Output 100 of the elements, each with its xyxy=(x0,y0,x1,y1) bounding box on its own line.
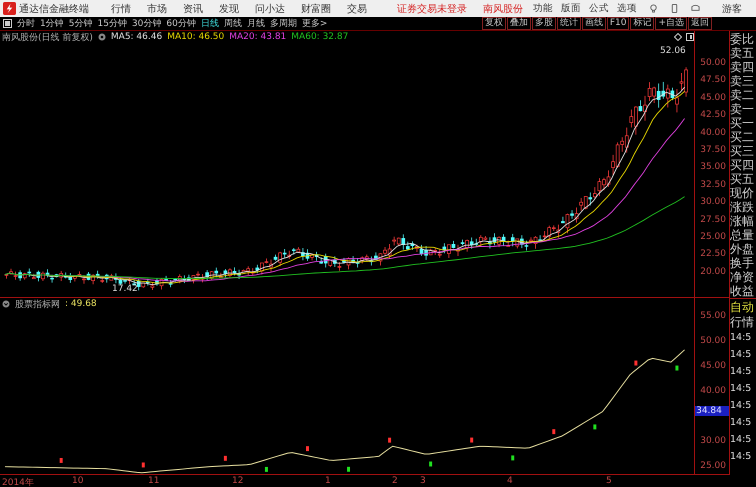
phone-icon[interactable] xyxy=(670,4,679,13)
date-tick: 3 xyxy=(420,476,426,486)
price-tick: 30.00 xyxy=(700,197,726,208)
user-label[interactable]: 游客 xyxy=(722,2,742,16)
toolbar-button[interactable]: 叠加 xyxy=(506,17,531,30)
trade-time: 14:5 xyxy=(730,331,752,345)
menu-item[interactable]: 交易 xyxy=(347,2,367,16)
quote-label: 买二 xyxy=(730,130,755,144)
toolbar-button[interactable]: F10 xyxy=(606,17,630,30)
chart-title: 南风股份(日线 前复权) xyxy=(2,32,93,44)
menu-item[interactable]: 资讯 xyxy=(183,2,203,16)
period-tab[interactable]: 1分钟 xyxy=(40,17,64,30)
trade-time: 14:5 xyxy=(730,416,752,430)
app-name: 通达信金融终端 xyxy=(19,2,89,16)
period-tab[interactable]: 60分钟 xyxy=(166,17,196,30)
menu-item[interactable]: 功能 xyxy=(533,2,553,15)
ma-legend: MA60: 32.87 xyxy=(291,32,348,42)
toolbar-button[interactable]: 画线 xyxy=(582,17,606,30)
period-tab[interactable]: 30分钟 xyxy=(132,17,162,30)
price-tick: 55.00 xyxy=(700,311,726,321)
window-icon[interactable] xyxy=(686,33,694,41)
indicator-value: : 49.68 xyxy=(65,299,97,309)
quote-label: 外盘 xyxy=(730,242,755,256)
menu-item[interactable]: 问小达 xyxy=(255,2,285,16)
period-tab[interactable]: 更多> xyxy=(302,17,328,30)
price-tick: 47.50 xyxy=(700,75,726,86)
price-tick: 45.00 xyxy=(700,361,726,371)
period-tab[interactable]: 月线 xyxy=(246,17,265,30)
price-tick: 20.00 xyxy=(700,266,726,277)
mode-label[interactable]: 自动 xyxy=(730,299,756,315)
quote-label: 涨幅 xyxy=(730,214,755,228)
quote-label: 买一 xyxy=(730,116,755,130)
trade-time: 14:5 xyxy=(730,399,752,413)
ma-legend: MA20: 43.81 xyxy=(229,32,286,42)
current-value-label: 34.84 xyxy=(695,406,729,416)
menu-item[interactable]: 公式 xyxy=(589,2,609,15)
date-tick: 10 xyxy=(72,476,84,486)
period-tab[interactable]: 分时 xyxy=(17,17,35,30)
menu-item[interactable]: 选项 xyxy=(617,2,637,15)
ma-legend: MA10: 46.50 xyxy=(167,32,224,42)
price-tick: 25.00 xyxy=(700,461,726,471)
logo-icon xyxy=(3,2,16,15)
settings-icon[interactable] xyxy=(2,300,10,308)
price-tick: 45.00 xyxy=(700,92,726,103)
message-icon[interactable] xyxy=(691,4,700,13)
price-tick: 50.00 xyxy=(700,336,726,346)
quote-label: 买四 xyxy=(730,158,755,172)
trade-time: 14:5 xyxy=(730,365,752,379)
quote-label: 现价 xyxy=(730,186,755,200)
diamond-icon[interactable] xyxy=(674,33,682,41)
menu-item[interactable]: 发现 xyxy=(219,2,239,16)
price-tick: 22.50 xyxy=(700,249,726,260)
date-tick: 5 xyxy=(606,476,612,486)
quote-label: 涨跌 xyxy=(730,200,755,214)
toolbar-button[interactable]: 标记 xyxy=(630,17,654,30)
low-price-label: 17.42 xyxy=(112,284,138,294)
quote-label: 委比 xyxy=(730,32,755,46)
quote-label: 买三 xyxy=(730,144,755,158)
period-tab[interactable]: 日线 xyxy=(200,17,219,30)
period-tab[interactable]: 15分钟 xyxy=(97,17,127,30)
toolbar-button[interactable]: 复权 xyxy=(482,17,506,30)
quote-label: 卖三 xyxy=(730,74,755,88)
quote-label: 收益 xyxy=(730,284,755,298)
menu-item[interactable]: 财富圈 xyxy=(301,2,331,16)
price-tick: 27.50 xyxy=(700,214,726,225)
lightbulb-icon[interactable] xyxy=(649,4,658,13)
period-tab[interactable]: 周线 xyxy=(224,17,242,30)
trade-time: 14:5 xyxy=(730,348,752,362)
price-tick: 30.00 xyxy=(700,436,726,446)
price-tick: 42.50 xyxy=(700,110,726,120)
toolbar-button[interactable]: 统计 xyxy=(556,17,581,30)
notice-link[interactable]: 证券交易未登录 xyxy=(397,2,467,16)
toolbar-button[interactable]: 返回 xyxy=(688,17,712,30)
quote-label: 总量 xyxy=(730,228,755,242)
date-tick: 4 xyxy=(507,476,513,486)
date-tick: 1 xyxy=(325,476,331,486)
notice-link[interactable]: 南风股份 xyxy=(483,2,523,16)
date-tick: 11 xyxy=(148,476,160,486)
panel-toggle-icon[interactable] xyxy=(3,19,12,28)
menu-item[interactable]: 市场 xyxy=(147,2,167,16)
menu-item[interactable]: 版面 xyxy=(561,2,581,15)
menu-item[interactable]: 行情 xyxy=(111,2,131,16)
trade-time: 14:5 xyxy=(730,433,752,447)
price-tick: 40.00 xyxy=(700,386,726,396)
date-tick: 12 xyxy=(232,476,244,486)
trade-time: 14:5 xyxy=(730,382,752,396)
settings-icon[interactable] xyxy=(98,33,106,41)
quote-label: 净资 xyxy=(730,270,755,284)
quote-tab[interactable]: 行情 xyxy=(730,315,756,329)
date-tick: 2 xyxy=(392,476,398,486)
period-tab[interactable]: 5分钟 xyxy=(68,17,92,30)
quote-label: 买五 xyxy=(730,172,755,186)
quote-label: 卖二 xyxy=(730,88,755,102)
period-tab[interactable]: 多周期 xyxy=(270,17,297,30)
toolbar-button[interactable]: +自选 xyxy=(655,17,687,30)
high-price-label: 52.06 xyxy=(660,46,686,56)
price-tick: 32.50 xyxy=(700,180,726,190)
quote-label: 换手 xyxy=(730,256,755,270)
quote-label: 卖四 xyxy=(730,60,755,74)
toolbar-button[interactable]: 多股 xyxy=(532,17,556,30)
